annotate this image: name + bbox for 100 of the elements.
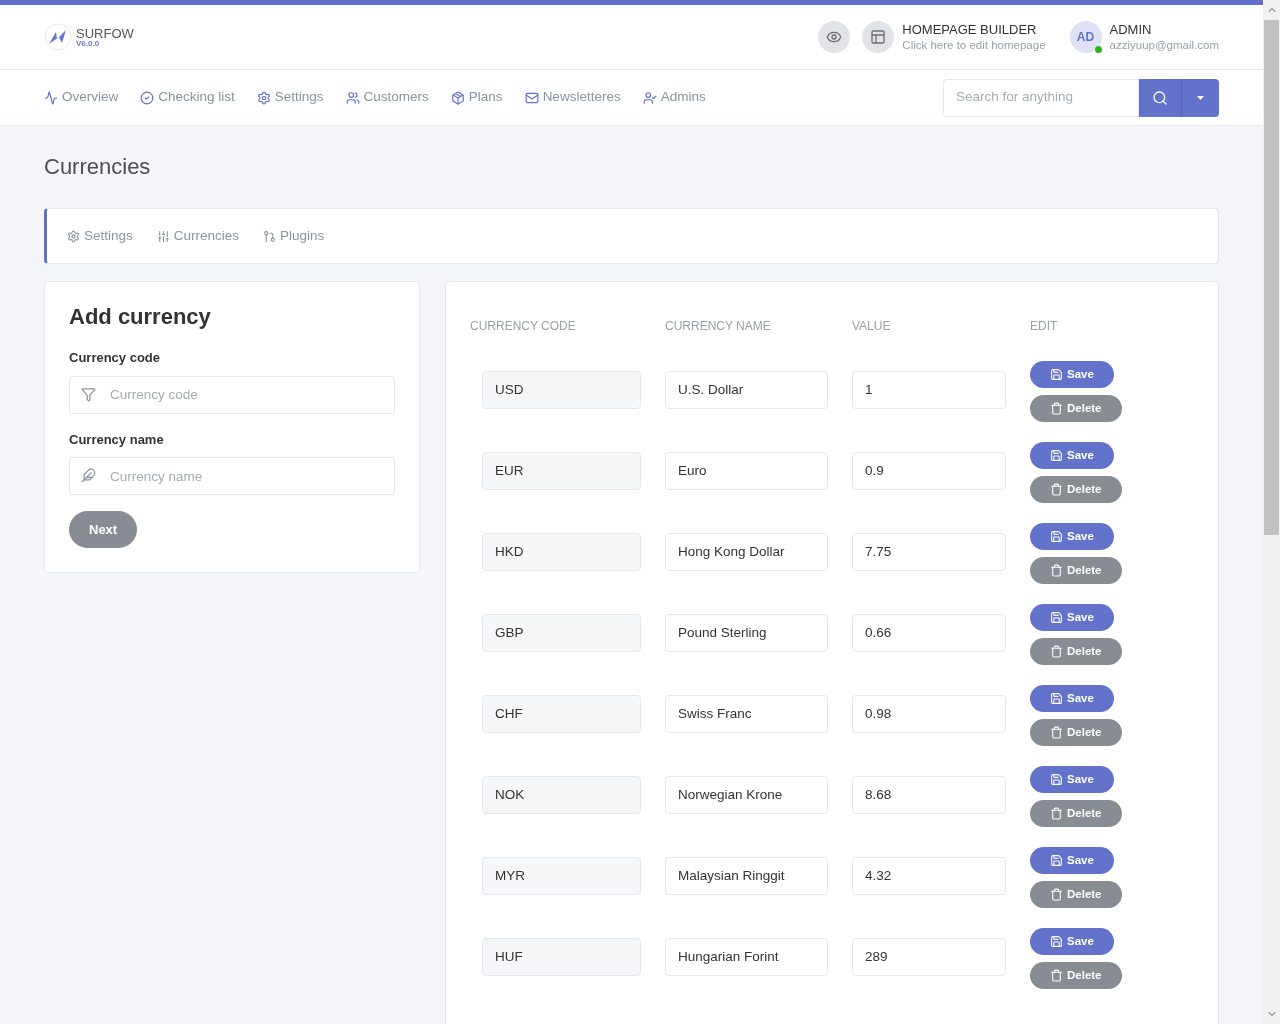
page-title: Currencies (44, 156, 152, 178)
code-field[interactable]: CHF (482, 695, 641, 733)
code-field[interactable]: GBP (482, 614, 641, 652)
filter-icon (81, 386, 96, 402)
name-field[interactable]: Pound Sterling (665, 614, 828, 652)
floppy-icon (1050, 935, 1063, 948)
value-field[interactable]: 1 (852, 371, 1006, 409)
value-field[interactable]: 0.9 (852, 452, 1006, 490)
subtab-link[interactable]: Settings (67, 225, 133, 247)
card-title: Add currency (69, 306, 212, 328)
nav-link[interactable]: Admins (642, 87, 706, 108)
scrollbar-thumb[interactable] (1264, 20, 1279, 535)
save-button[interactable]: Save (1030, 604, 1114, 631)
column-header: CURRENCY CODE (470, 318, 577, 335)
scrollbar[interactable] (1263, 0, 1280, 1024)
nav-link[interactable]: Settings (256, 87, 324, 108)
trash-icon (1050, 645, 1063, 658)
builder-title: HOMEPAGE BUILDER (902, 21, 1038, 38)
save-button[interactable]: Save (1030, 685, 1114, 712)
delete-button[interactable]: Delete (1030, 476, 1122, 503)
code-field[interactable]: MYR (482, 857, 641, 895)
name-field[interactable]: Swiss Franc (665, 695, 828, 733)
nav-link[interactable]: Newsletteres (524, 87, 621, 108)
input-field[interactable]: Currency name (69, 457, 395, 495)
builder-button[interactable] (862, 21, 895, 53)
delete-button[interactable]: Delete (1030, 719, 1122, 746)
code-field[interactable]: EUR (482, 452, 641, 490)
settings-icon (67, 229, 80, 243)
feather-icon (81, 468, 96, 483)
floppy-icon (1050, 449, 1063, 462)
value-field[interactable]: 4.32 (852, 857, 1006, 895)
trash-icon (1050, 402, 1063, 415)
floppy-icon (1050, 773, 1063, 786)
code-field[interactable]: USD (482, 371, 641, 409)
brand-name: SURFOW (76, 26, 134, 40)
user-check-icon (642, 90, 657, 105)
name-field[interactable]: Hong Kong Dollar (665, 533, 828, 571)
delete-button[interactable]: Delete (1030, 395, 1122, 422)
search-icon (1152, 89, 1168, 106)
avatar[interactable]: AD (1069, 21, 1102, 53)
column-header: VALUE (852, 318, 892, 335)
floppy-icon (1050, 368, 1063, 381)
subtab-link[interactable]: Plugins (263, 225, 325, 247)
name-field[interactable]: Norwegian Krone (665, 776, 828, 814)
nav-link[interactable]: Customers (345, 87, 429, 108)
floppy-icon (1050, 530, 1063, 543)
floppy-icon (1050, 854, 1063, 867)
search-button[interactable] (1139, 78, 1181, 117)
code-field[interactable]: NOK (482, 776, 641, 814)
eye-icon (826, 29, 843, 45)
search-field[interactable]: Search for anything (943, 78, 1139, 117)
nav-link[interactable]: Plans (450, 87, 503, 108)
name-field[interactable]: Malaysian Ringgit (665, 857, 828, 895)
nav-link[interactable]: Overview (44, 87, 119, 108)
caret-icon (1197, 95, 1204, 100)
delete-button[interactable]: Delete (1030, 962, 1122, 989)
save-button[interactable]: Save (1030, 928, 1114, 955)
nav-link[interactable]: Checking list (140, 87, 235, 108)
value-field[interactable]: 0.66 (852, 614, 1006, 652)
value-field[interactable]: 7.75 (852, 533, 1006, 571)
code-field[interactable]: HKD (482, 533, 641, 571)
value-field[interactable]: 0.98 (852, 695, 1006, 733)
subtab-link[interactable]: Currencies (156, 225, 240, 247)
users-icon (345, 90, 360, 105)
trash-icon (1050, 483, 1063, 496)
mail-icon (524, 90, 539, 105)
trash-icon (1050, 888, 1063, 901)
branch-icon (263, 229, 277, 243)
next-button[interactable]: Next (69, 511, 138, 548)
code-field[interactable]: HUF (482, 938, 641, 976)
save-button[interactable]: Save (1030, 361, 1114, 388)
user-name: ADMIN (1109, 21, 1153, 38)
name-field[interactable]: U.S. Dollar (665, 371, 828, 409)
name-field[interactable]: Hungarian Forint (665, 938, 828, 976)
delete-button[interactable]: Delete (1030, 800, 1122, 827)
trash-icon (1050, 807, 1063, 820)
delete-button[interactable]: Delete (1030, 557, 1122, 584)
builder-subtitle: Click here to edit homepage (902, 37, 1046, 53)
save-button[interactable]: Save (1030, 523, 1114, 550)
dropdown-button[interactable] (1181, 78, 1219, 117)
save-button[interactable]: Save (1030, 442, 1114, 469)
trash-icon (1050, 969, 1063, 982)
delete-button[interactable]: Delete (1030, 638, 1122, 665)
sliders-icon (156, 229, 170, 243)
logo-icon (44, 23, 72, 51)
input-field[interactable]: Currency code (69, 375, 395, 414)
field-label: Currency name (69, 430, 165, 449)
delete-button[interactable]: Delete (1030, 881, 1122, 908)
settings-icon (256, 90, 271, 105)
save-button[interactable]: Save (1030, 766, 1114, 793)
layout-icon (870, 29, 887, 45)
value-field[interactable]: 289 (852, 938, 1006, 976)
preview-button[interactable] (818, 21, 851, 53)
value-field[interactable]: 8.68 (852, 776, 1006, 814)
floppy-icon (1050, 692, 1063, 705)
name-field[interactable]: Euro (665, 452, 828, 490)
pulse-icon (44, 90, 58, 105)
cube-icon (450, 90, 465, 105)
brand-version: V6.0.0 (76, 39, 101, 48)
save-button[interactable]: Save (1030, 847, 1114, 874)
